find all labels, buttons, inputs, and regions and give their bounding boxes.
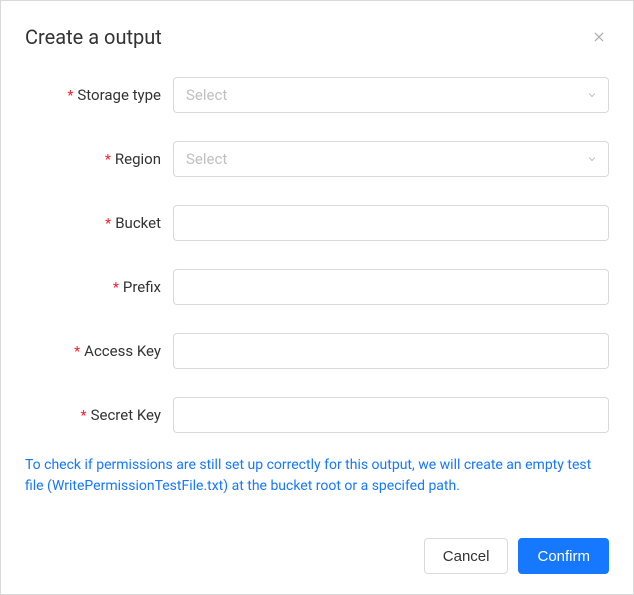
region-row: *Region Select: [25, 141, 609, 177]
chevron-down-icon: [586, 153, 598, 165]
prefix-input[interactable]: [173, 269, 609, 305]
prefix-label: *Prefix: [25, 278, 173, 296]
form-body: *Storage type Select *Region: [25, 77, 609, 538]
create-output-dialog: Create a output *Storage type Select: [0, 0, 634, 595]
storage-type-row: *Storage type Select: [25, 77, 609, 113]
prefix-label-text: Prefix: [123, 278, 161, 296]
secret-key-label: *Secret Key: [25, 406, 173, 424]
storage-type-label-text: Storage type: [77, 86, 161, 104]
region-placeholder: Select: [186, 150, 227, 168]
storage-type-control: Select: [173, 77, 609, 113]
dialog-footer: Cancel Confirm: [25, 538, 609, 574]
bucket-control: [173, 205, 609, 241]
secret-key-label-text: Secret Key: [91, 406, 161, 424]
access-key-control: [173, 333, 609, 369]
access-key-input[interactable]: [173, 333, 609, 369]
required-asterisk: *: [105, 216, 111, 232]
chevron-down-icon: [586, 89, 598, 101]
prefix-control: [173, 269, 609, 305]
required-asterisk: *: [113, 280, 119, 296]
bucket-input[interactable]: [173, 205, 609, 241]
bucket-label-text: Bucket: [115, 214, 161, 232]
required-asterisk: *: [105, 152, 111, 168]
access-key-label-text: Access Key: [84, 342, 161, 360]
required-asterisk: *: [67, 88, 73, 104]
prefix-row: *Prefix: [25, 269, 609, 305]
confirm-button[interactable]: Confirm: [518, 538, 609, 574]
region-control: Select: [173, 141, 609, 177]
permission-info-text: To check if permissions are still set up…: [25, 455, 609, 497]
region-select[interactable]: Select: [173, 141, 609, 177]
storage-type-placeholder: Select: [186, 86, 227, 104]
region-label: *Region: [25, 150, 173, 168]
access-key-label: *Access Key: [25, 342, 173, 360]
storage-type-select[interactable]: Select: [173, 77, 609, 113]
region-label-text: Region: [115, 150, 161, 168]
required-asterisk: *: [74, 344, 80, 360]
close-icon[interactable]: [589, 27, 609, 47]
storage-type-label: *Storage type: [25, 86, 173, 104]
required-asterisk: *: [81, 408, 87, 424]
secret-key-control: [173, 397, 609, 433]
access-key-row: *Access Key: [25, 333, 609, 369]
secret-key-row: *Secret Key: [25, 397, 609, 433]
secret-key-input[interactable]: [173, 397, 609, 433]
bucket-row: *Bucket: [25, 205, 609, 241]
dialog-title: Create a output: [25, 25, 162, 49]
dialog-header: Create a output: [25, 25, 609, 49]
bucket-label: *Bucket: [25, 214, 173, 232]
cancel-button[interactable]: Cancel: [424, 538, 509, 574]
